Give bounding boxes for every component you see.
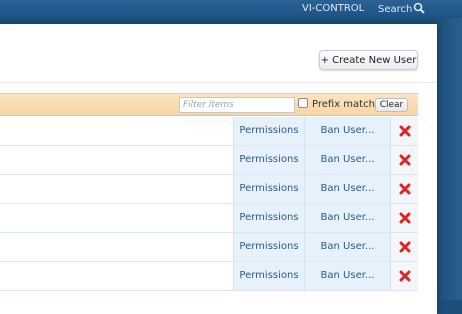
- vi-control-link[interactable]: VI-CONTROL: [302, 2, 364, 15]
- create-new-user-button[interactable]: + Create New User: [319, 50, 418, 70]
- ban-user-link[interactable]: Ban User...: [304, 233, 390, 261]
- table-row: Permissions Ban User...: [0, 117, 418, 146]
- delete-icon: [399, 270, 411, 282]
- table-row: Permissions Ban User...: [0, 262, 418, 291]
- search-icon: [414, 2, 426, 14]
- permissions-link[interactable]: Permissions: [233, 204, 304, 232]
- page-background-edge: [437, 18, 462, 300]
- permissions-link[interactable]: Permissions: [233, 262, 304, 290]
- permissions-link[interactable]: Permissions: [233, 233, 304, 261]
- permissions-link[interactable]: Permissions: [233, 146, 304, 174]
- ban-user-link[interactable]: Ban User...: [304, 117, 390, 145]
- delete-icon: [399, 154, 411, 166]
- delete-icon: [399, 212, 411, 224]
- clear-button[interactable]: Clear: [375, 98, 408, 112]
- delete-button[interactable]: [390, 146, 418, 174]
- prefix-match-label: Prefix match: [312, 99, 375, 110]
- search-label: Search: [378, 4, 413, 15]
- ban-user-link[interactable]: Ban User...: [304, 146, 390, 174]
- permissions-link[interactable]: Permissions: [233, 117, 304, 145]
- delete-button[interactable]: [390, 175, 418, 203]
- delete-icon: [399, 125, 411, 137]
- filter-items-input[interactable]: [179, 97, 295, 113]
- header-divider: [0, 82, 437, 83]
- table-row: Permissions Ban User...: [0, 146, 418, 175]
- prefix-match-checkbox[interactable]: [298, 98, 308, 108]
- table-row: Permissions Ban User...: [0, 233, 418, 262]
- top-navigation-bar: VI-CONTROL Search: [0, 0, 462, 18]
- delete-button[interactable]: [390, 233, 418, 261]
- ban-user-link[interactable]: Ban User...: [304, 204, 390, 232]
- delete-button[interactable]: [390, 262, 418, 290]
- delete-icon: [399, 183, 411, 195]
- filter-bar: Prefix match Clear: [0, 93, 418, 116]
- user-list: Permissions Ban User... Permissions Ban …: [0, 117, 418, 291]
- table-row: Permissions Ban User...: [0, 175, 418, 204]
- permissions-link[interactable]: Permissions: [233, 175, 304, 203]
- search-link[interactable]: Search: [378, 2, 426, 16]
- table-row: Permissions Ban User...: [0, 204, 418, 233]
- delete-button[interactable]: [390, 204, 418, 232]
- ban-user-link[interactable]: Ban User...: [304, 175, 390, 203]
- delete-icon: [399, 241, 411, 253]
- delete-button[interactable]: [390, 117, 418, 145]
- ban-user-link[interactable]: Ban User...: [304, 262, 390, 290]
